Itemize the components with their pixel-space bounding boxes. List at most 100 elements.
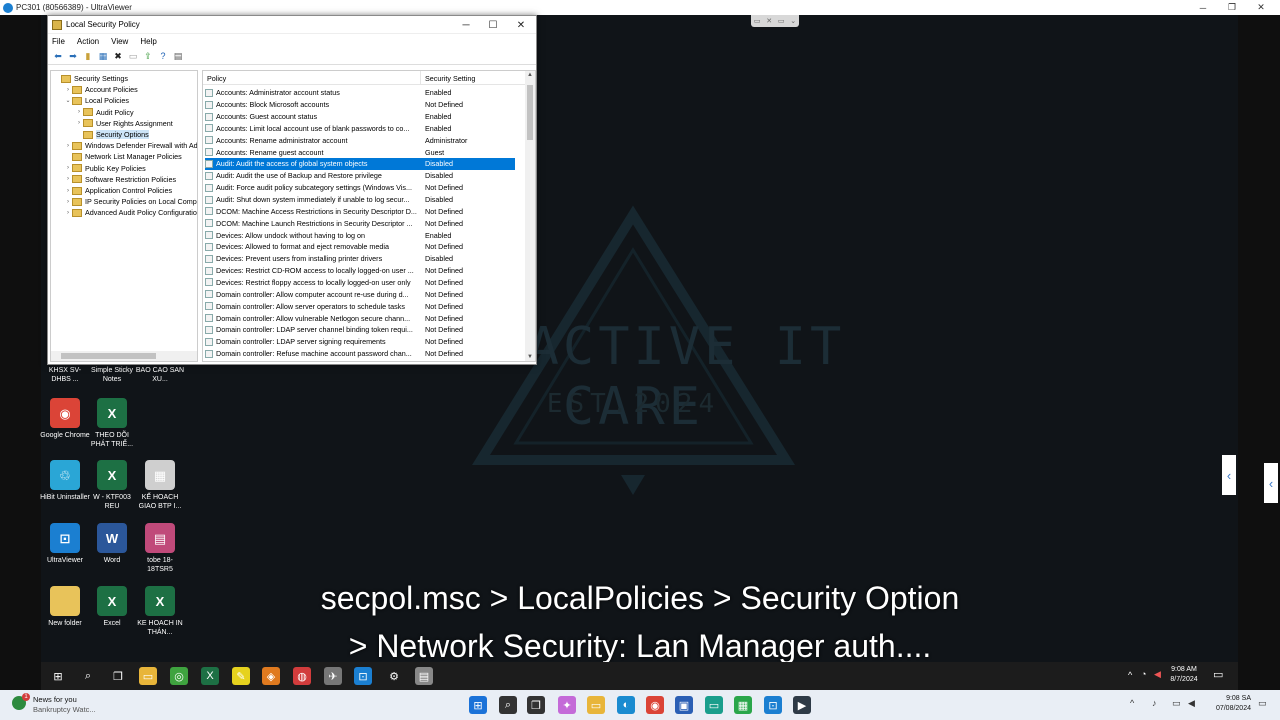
policy-row[interactable]: DCOM: Machine Launch Restrictions in Sec… <box>205 217 515 229</box>
notification-icon[interactable]: ▭ <box>1213 668 1223 681</box>
close-button[interactable]: ✕ <box>1246 0 1276 15</box>
tray-chevron-icon[interactable]: ^ <box>1130 698 1134 708</box>
search-icon[interactable]: ⌕ <box>79 667 97 685</box>
task-view-icon[interactable]: ❐ <box>527 696 545 714</box>
file-explorer-icon[interactable]: ▭ <box>587 696 605 714</box>
tree-expander-icon[interactable]: › <box>64 176 72 182</box>
tree-item[interactable]: › Software Restriction Policies <box>64 174 176 185</box>
policy-row[interactable]: Audit: Force audit policy subcategory se… <box>205 182 515 194</box>
file-explorer-icon[interactable]: ▭ <box>139 667 157 685</box>
delete-icon[interactable]: ✖ <box>112 50 124 62</box>
terminal-icon[interactable]: ▶ <box>793 696 811 714</box>
news-title[interactable]: News for you <box>33 695 77 704</box>
desktop-icon[interactable]: X THEO DÕI PHÁT TRIỂ... <box>87 398 137 449</box>
tree-expander-icon[interactable]: ⌄ <box>64 97 72 104</box>
tree-item[interactable]: Network List Manager Policies <box>64 151 182 162</box>
app-green-icon[interactable]: ◎ <box>170 667 188 685</box>
policy-row[interactable]: Accounts: Rename administrator account Ad… <box>205 134 515 146</box>
policy-row[interactable]: Audit: Shut down system immediately if u… <box>205 194 515 206</box>
tree-expander-icon[interactable]: › <box>64 210 72 216</box>
tree-item[interactable]: › Application Control Policies <box>64 185 172 196</box>
scroll-up-icon[interactable]: ▲ <box>525 72 535 78</box>
display-icon[interactable]: ▭ <box>1172 698 1181 709</box>
menu-help[interactable]: Help <box>140 37 156 46</box>
action-pane-icon[interactable]: ▤ <box>172 50 184 62</box>
tree-horizontal-scrollbar[interactable] <box>51 351 197 361</box>
policy-row[interactable]: Domain controller: Refuse machine accoun… <box>205 348 515 360</box>
policy-row[interactable]: Accounts: Guest account status Enabled <box>205 111 515 123</box>
column-security-setting[interactable]: Security Setting <box>425 74 475 83</box>
policy-row[interactable]: DCOM: Machine Access Restrictions in Sec… <box>205 206 515 218</box>
policy-row[interactable]: Audit: Audit the access of global system… <box>205 158 515 170</box>
policy-list[interactable]: Policy Security Setting Accounts: Admini… <box>202 70 536 362</box>
sticky-notes-icon[interactable]: ✎ <box>232 667 250 685</box>
tree-item[interactable]: Security Options <box>75 129 149 140</box>
remote-toolbar-pin-icon[interactable]: ▭ <box>754 17 761 25</box>
desktop-icon[interactable]: KHSX SV-DHBS ... <box>40 366 90 384</box>
volume-icon[interactable]: ◀ <box>1188 698 1195 709</box>
search-icon[interactable]: ⌕ <box>499 696 517 714</box>
ultraviewer-taskbar-icon[interactable]: ⊡ <box>354 667 372 685</box>
scroll-down-icon[interactable]: ▼ <box>525 354 535 360</box>
security-policy-taskbar-icon[interactable]: ▤ <box>415 667 433 685</box>
app-bird-icon[interactable]: ✈ <box>324 667 342 685</box>
side-panel-right-tab[interactable]: ‹ <box>1264 463 1278 503</box>
desktop-icon[interactable]: W Word <box>87 523 137 565</box>
desktop-icon[interactable]: ▤ tobe 18-18TSR5 <box>135 523 185 574</box>
tree-item[interactable]: ⌄ Local Policies <box>64 95 128 106</box>
restore-button[interactable]: ❐ <box>1217 0 1247 15</box>
policy-row[interactable]: Domain controller: Allow vulnerable Netl… <box>205 312 515 324</box>
tree-item[interactable]: › User Rights Assignment <box>75 118 173 129</box>
excel-icon[interactable]: X <box>201 667 219 685</box>
tree-item[interactable]: › Public Key Policies <box>64 163 146 174</box>
forward-icon[interactable]: ➡ <box>67 50 79 62</box>
policy-row[interactable]: Devices: Prevent users from installing p… <box>205 253 515 265</box>
chrome-icon[interactable]: ◉ <box>646 696 664 714</box>
policy-row[interactable]: Accounts: Rename guest account Guest <box>205 146 515 158</box>
tree-item[interactable]: › Audit Policy <box>75 107 134 118</box>
policy-row[interactable]: Accounts: Block Microsoft accounts Not De… <box>205 99 515 111</box>
menu-file[interactable]: File <box>52 37 65 46</box>
edge-icon[interactable]: ◐ <box>617 696 635 714</box>
desktop-icon[interactable]: ⊡ UltraViewer <box>40 523 90 565</box>
console-tree[interactable]: Security Settings › Account Policies ⌄ Local… <box>50 70 198 362</box>
tree-item[interactable]: › Account Policies <box>64 84 138 95</box>
network-icon[interactable]: ◔ <box>1141 669 1146 679</box>
properties-icon[interactable]: ▭ <box>127 50 139 62</box>
menu-action[interactable]: Action <box>77 37 99 46</box>
news-subtitle[interactable]: Bankruptcy Watc... <box>33 705 96 714</box>
app-green-icon[interactable]: ▦ <box>734 696 752 714</box>
app-orange-icon[interactable]: ◈ <box>262 667 280 685</box>
copilot-icon[interactable]: ✦ <box>558 696 576 714</box>
policy-row[interactable]: Devices: Allow undock without having to … <box>205 229 515 241</box>
policy-row[interactable]: Domain controller: Allow computer accoun… <box>205 288 515 300</box>
tree-expander-icon[interactable]: › <box>64 165 72 171</box>
lsp-close-button[interactable]: ✕ <box>508 18 534 32</box>
lsp-title-bar[interactable]: Local Security Policy ─ ☐ ✕ <box>48 16 536 34</box>
ultraviewer-taskbar-icon[interactable]: ⊡ <box>764 696 782 714</box>
desktop-icon[interactable]: BAO CAO SAN XU... <box>135 366 185 384</box>
policy-row[interactable]: Devices: Restrict floppy access to local… <box>205 277 515 289</box>
lsp-maximize-button[interactable]: ☐ <box>480 18 506 32</box>
desktop-icon[interactable]: ▦ KẾ HOACH GIAO BTP I... <box>135 460 185 511</box>
menu-view[interactable]: View <box>111 37 128 46</box>
local-clock[interactable]: 9:08 SA 07/08/2024 <box>1205 694 1251 714</box>
remote-toolbar-screen-icon[interactable]: ▭ <box>778 17 785 25</box>
tree-item[interactable]: Security Settings <box>53 73 128 84</box>
remote-toolbar[interactable]: ▭ ✕ ▭ ⌄ <box>751 15 799 27</box>
notification-icon[interactable]: ▭ <box>1258 698 1267 709</box>
tree-expander-icon[interactable]: › <box>64 188 72 194</box>
policy-row[interactable]: Devices: Allowed to format and eject rem… <box>205 241 515 253</box>
remote-toolbar-close-icon[interactable]: ✕ <box>766 17 772 25</box>
task-view-icon[interactable]: ❐ <box>109 667 127 685</box>
export-list-icon[interactable]: ⇪ <box>142 50 154 62</box>
policy-row[interactable]: Domain controller: LDAP server channel b… <box>205 324 515 336</box>
start-icon[interactable]: ⊞ <box>49 667 67 685</box>
volume-icon[interactable]: ◀ <box>1154 669 1161 680</box>
policy-row[interactable]: Domain controller: LDAP server signing r… <box>205 336 515 348</box>
chat-icon[interactable]: ◍ <box>293 667 311 685</box>
desktop-icon[interactable]: ◉ Google Chrome <box>40 398 90 440</box>
desktop-icon[interactable]: X W - KTF003 REU <box>87 460 137 511</box>
settings-icon[interactable]: ⚙ <box>385 667 403 685</box>
back-icon[interactable]: ⬅ <box>52 50 64 62</box>
